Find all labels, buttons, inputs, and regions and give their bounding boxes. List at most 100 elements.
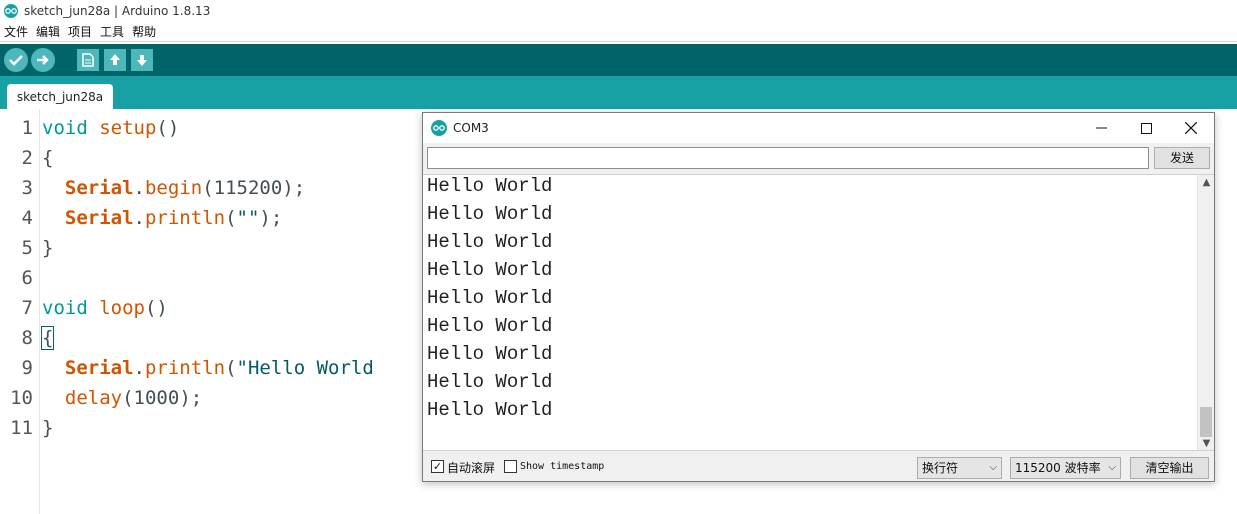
code-text: ); bbox=[282, 177, 306, 199]
menu-file[interactable]: 文件 bbox=[0, 22, 32, 42]
function-name: loop bbox=[99, 297, 145, 319]
code-text: ( bbox=[225, 207, 237, 229]
number-literal: 115200 bbox=[213, 177, 283, 199]
class-name: Serial bbox=[64, 357, 134, 379]
string-literal: "Hello World bbox=[236, 357, 374, 379]
serial-output[interactable]: Hello World Hello World Hello World Hell… bbox=[423, 174, 1214, 451]
tab-sketch[interactable]: sketch_jun28a bbox=[7, 84, 113, 109]
menu-edit[interactable]: 编辑 bbox=[32, 22, 64, 42]
minimize-icon bbox=[1095, 127, 1107, 129]
line-number: 7 bbox=[21, 297, 33, 319]
clear-output-button[interactable]: 清空输出 bbox=[1130, 457, 1209, 479]
timestamp-label: Show timestamp bbox=[520, 461, 605, 472]
verify-button[interactable] bbox=[4, 48, 28, 72]
output-line: Hello World bbox=[427, 259, 553, 281]
menu-help[interactable]: 帮助 bbox=[128, 22, 160, 42]
matched-brace: { bbox=[40, 326, 55, 350]
string-literal: "" bbox=[236, 207, 260, 229]
toolbar bbox=[0, 44, 1237, 76]
number-literal: 1000 bbox=[133, 387, 180, 409]
output-line: Hello World bbox=[427, 343, 553, 365]
chevron-down-icon: ⌵ bbox=[989, 462, 997, 473]
baud-rate-select[interactable]: 115200 波特率 ⌵ bbox=[1010, 457, 1121, 479]
minimize-button[interactable] bbox=[1078, 113, 1124, 143]
code-text: ); bbox=[179, 387, 203, 409]
code-text: () bbox=[156, 117, 180, 139]
code-text: ); bbox=[259, 207, 283, 229]
serial-monitor-window: COM3 发送 Hello World Hello World Hello Wo… bbox=[422, 112, 1215, 482]
maximize-button[interactable] bbox=[1123, 113, 1169, 143]
serial-title: COM3 bbox=[453, 121, 489, 135]
code-text: . bbox=[133, 177, 145, 199]
tab-strip: sketch_jun28a bbox=[0, 76, 1237, 109]
window-title: sketch_jun28a | Arduino 1.8.13 bbox=[24, 4, 211, 18]
scroll-up-icon[interactable]: ▲ bbox=[1198, 175, 1214, 191]
baud-rate-value: 115200 波特率 bbox=[1015, 461, 1101, 475]
line-number: 3 bbox=[21, 177, 33, 199]
keyword: void bbox=[42, 117, 88, 139]
output-line: Hello World bbox=[427, 371, 553, 393]
serial-bottom-bar: ✓ 自动滚屏 Show timestamp 换行符 ⌵ 115200 波特率 ⌵… bbox=[423, 453, 1214, 481]
output-scrollbar[interactable]: ▲ ▼ bbox=[1197, 175, 1214, 450]
open-button[interactable] bbox=[104, 49, 126, 71]
code-line: Serial.println("Hello World bbox=[42, 357, 374, 379]
scrollbar-thumb[interactable] bbox=[1200, 407, 1212, 437]
code-text: { bbox=[42, 147, 54, 169]
upload-icon bbox=[37, 55, 49, 65]
arduino-logo-icon bbox=[4, 4, 18, 18]
code-text: . bbox=[133, 207, 145, 229]
output-line: Hello World bbox=[427, 287, 553, 309]
code-text: } bbox=[42, 417, 54, 439]
serial-send-input[interactable] bbox=[427, 147, 1149, 169]
new-button[interactable] bbox=[77, 49, 99, 71]
code-text: . bbox=[133, 357, 145, 379]
line-number: 5 bbox=[21, 237, 33, 259]
new-icon bbox=[82, 53, 94, 67]
save-icon bbox=[137, 55, 147, 66]
upload-button[interactable] bbox=[31, 48, 55, 72]
line-number: 8 bbox=[21, 327, 33, 349]
output-line: Hello World bbox=[427, 175, 553, 197]
code-line: { bbox=[40, 326, 55, 350]
output-line: Hello World bbox=[427, 315, 553, 337]
timestamp-checkbox[interactable] bbox=[504, 460, 517, 473]
close-button[interactable] bbox=[1168, 113, 1214, 143]
code-line: delay(1000); bbox=[42, 387, 202, 409]
function-name: println bbox=[144, 207, 226, 229]
code-line: void loop() bbox=[42, 297, 168, 319]
autoscroll-label: 自动滚屏 bbox=[447, 461, 496, 475]
function-name: delay bbox=[64, 387, 123, 409]
line-number: 4 bbox=[21, 207, 33, 229]
line-number: 6 bbox=[21, 267, 33, 289]
line-number: 11 bbox=[10, 417, 33, 439]
close-icon bbox=[1185, 122, 1197, 134]
maximize-icon bbox=[1140, 122, 1152, 134]
save-button[interactable] bbox=[131, 49, 153, 71]
send-button[interactable]: 发送 bbox=[1154, 147, 1210, 169]
function-name: begin bbox=[144, 177, 203, 199]
code-text: ( bbox=[202, 177, 214, 199]
code-line: Serial.println(""); bbox=[42, 207, 282, 229]
open-icon bbox=[110, 54, 120, 65]
code-text: ( bbox=[225, 357, 237, 379]
class-name: Serial bbox=[64, 177, 134, 199]
scroll-down-icon[interactable]: ▼ bbox=[1198, 436, 1214, 450]
keyword: void bbox=[42, 297, 88, 319]
line-number: 9 bbox=[21, 357, 33, 379]
line-ending-select[interactable]: 换行符 ⌵ bbox=[917, 457, 1002, 479]
code-line: void setup() bbox=[42, 117, 179, 139]
line-number: 2 bbox=[21, 147, 33, 169]
line-number: 1 bbox=[21, 117, 33, 139]
line-ending-value: 换行符 bbox=[922, 461, 959, 475]
function-name: setup bbox=[99, 117, 157, 139]
serial-titlebar[interactable]: COM3 bbox=[423, 113, 1214, 143]
class-name: Serial bbox=[64, 207, 134, 229]
output-line: Hello World bbox=[427, 203, 553, 225]
menu-sketch[interactable]: 项目 bbox=[64, 22, 96, 42]
chevron-down-icon: ⌵ bbox=[1108, 462, 1116, 473]
code-line: } bbox=[42, 417, 53, 439]
menu-tools[interactable]: 工具 bbox=[96, 22, 128, 42]
output-line: Hello World bbox=[427, 399, 553, 421]
autoscroll-checkbox[interactable]: ✓ bbox=[431, 460, 444, 473]
verify-icon bbox=[9, 55, 23, 66]
